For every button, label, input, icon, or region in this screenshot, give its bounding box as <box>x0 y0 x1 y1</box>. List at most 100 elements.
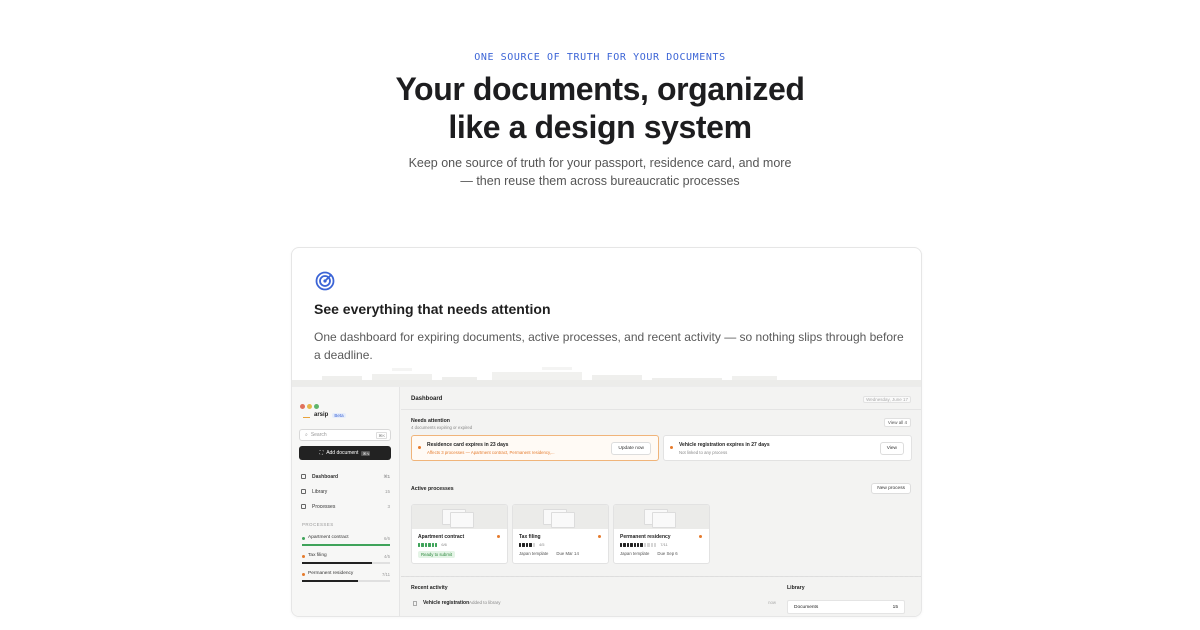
process-label: Tax filing <box>308 553 327 558</box>
sidebar-item-count: ⌘1 <box>383 473 390 479</box>
progress-segment <box>653 542 657 547</box>
document-thumb-icon <box>450 512 474 528</box>
current-date: Wednesday, June 17 <box>863 396 911 403</box>
progress-segment <box>525 542 529 547</box>
process-meta: Japan template Due Sep 6 <box>620 551 678 556</box>
headline-line-2: like a design system <box>448 109 752 145</box>
brand: arsip Beta <box>303 412 346 418</box>
library-title: Library <box>787 585 805 591</box>
needs-attention-subtitle: 4 documents expiring or expired <box>411 425 473 430</box>
folder-logo-icon <box>303 413 310 418</box>
page-subhead: Keep one source of truth for your passpo… <box>0 154 1200 190</box>
progress-segment <box>643 542 647 547</box>
close-dot[interactable] <box>300 404 305 409</box>
processes-section-label: PROCESSES <box>302 522 334 527</box>
status-dot <box>598 535 601 538</box>
process-card-tax-filing[interactable]: Tax filing 4/5 Japan template Due Mar 14 <box>512 504 609 564</box>
status-dot <box>699 535 702 538</box>
progress-segment <box>626 542 630 547</box>
sidebar-item-processes[interactable]: Processes 3 <box>300 499 390 514</box>
minimize-dot[interactable] <box>307 404 312 409</box>
sidebar-nav: Dashboard ⌘1 Library 15 Processes 3 <box>300 469 390 514</box>
feature-title: See everything that needs attention <box>314 301 551 317</box>
maximize-dot[interactable] <box>314 404 319 409</box>
library-row-documents[interactable]: Documents 15 <box>787 600 905 614</box>
app-preview: arsip Beta ⌕ Search ⌘K ⛶ Add document ⌘N… <box>292 386 921 616</box>
progress-segment <box>640 542 643 547</box>
library-row-count: 15 <box>892 605 898 610</box>
process-count: 4/5 <box>384 554 390 559</box>
process-segments: 7/11 <box>620 542 668 547</box>
document-thumb-icon <box>551 512 575 528</box>
activity-row[interactable]: Vehicle registration Added to library no… <box>411 599 776 611</box>
alert-title: Vehicle registration expires in 27 days <box>679 442 770 448</box>
view-button[interactable]: View <box>879 442 904 455</box>
feature-card: See everything that needs attention One … <box>291 247 922 617</box>
progress-segment <box>650 542 653 547</box>
add-document-shortcut: ⌘N <box>361 450 371 456</box>
decorative-pixel-edge <box>292 367 921 388</box>
process-count: 7/11 <box>381 572 390 577</box>
process-label: Apartment contract <box>308 535 349 540</box>
brand-name: arsip <box>314 412 329 418</box>
add-document-button[interactable]: ⛶ Add document ⌘N <box>299 446 391 460</box>
header-divider <box>401 409 921 410</box>
process-segments: 4/5 <box>519 542 545 547</box>
process-count: 6/6 <box>384 536 390 541</box>
alert-vehicle-registration[interactable]: Vehicle registration expires in 27 days … <box>663 435 912 461</box>
progress-segment <box>630 542 633 547</box>
new-process-button[interactable]: New process <box>871 483 911 494</box>
section-divider <box>401 576 921 577</box>
progress-segment <box>532 542 535 547</box>
alert-subtitle: Affects 3 processes — Apartment contract… <box>427 450 555 455</box>
process-card-permanent-residency[interactable]: Permanent residency 7/11 Japan template … <box>613 504 710 564</box>
view-all-button[interactable]: View all 4 <box>883 418 911 427</box>
due-date: Due Mar 14 <box>556 551 579 556</box>
sidebar-process-apartment-contract[interactable]: Apartment contract 6/6 <box>302 535 390 553</box>
alert-title: Residence card expires in 23 days <box>427 442 509 448</box>
status-dot <box>302 537 305 540</box>
progress-segment <box>529 542 532 547</box>
process-card-progress: 7/11 <box>660 542 668 547</box>
search-input[interactable]: ⌕ Search ⌘K <box>299 429 391 441</box>
process-meta: Japan template Due Mar 14 <box>519 551 579 556</box>
add-document-label: Add document <box>326 450 359 456</box>
sidebar-item-library[interactable]: Library 15 <box>300 484 390 499</box>
process-progress-fill <box>302 544 390 546</box>
update-now-button[interactable]: Update now <box>611 442 651 455</box>
list-icon <box>301 504 306 509</box>
sidebar-item-dashboard[interactable]: Dashboard ⌘1 <box>300 469 390 484</box>
process-progress-fill <box>302 580 359 582</box>
document-thumb-icon <box>652 512 676 528</box>
page-headline: Your documents, organized like a design … <box>0 70 1200 146</box>
progress-segment <box>620 542 623 547</box>
progress-segment <box>428 542 431 547</box>
process-progress-bar <box>302 544 390 546</box>
progress-segment <box>431 542 434 547</box>
progress-segment <box>434 542 438 547</box>
search-shortcut: ⌘K <box>376 432 387 439</box>
process-card-progress: 6/6 <box>441 542 447 547</box>
needs-attention-title: Needs attention <box>411 418 450 424</box>
process-card-progress: 4/5 <box>538 542 545 547</box>
recent-activity-title: Recent activity <box>411 585 448 591</box>
activity-name: Vehicle registration <box>423 600 470 606</box>
radar-icon <box>315 271 335 291</box>
active-processes-title: Active processes <box>411 486 454 492</box>
due-date: Due Sep 6 <box>657 551 678 556</box>
sidebar-item-label: Processes <box>312 503 336 510</box>
warning-dot <box>418 446 421 449</box>
process-thumbnail <box>513 505 608 529</box>
sidebar-process-list: Apartment contract 6/6 Tax filing 4/5 Pe… <box>302 535 390 589</box>
alert-residence-card[interactable]: Residence card expires in 23 days Affect… <box>411 435 659 461</box>
search-icon: ⌕ <box>305 432 308 438</box>
sidebar-process-tax-filing[interactable]: Tax filing 4/5 <box>302 553 390 571</box>
sidebar-process-permanent-residency[interactable]: Permanent residency 7/11 <box>302 571 390 589</box>
sidebar: arsip Beta ⌕ Search ⌘K ⛶ Add document ⌘N… <box>292 387 400 616</box>
process-card-apartment-contract[interactable]: Apartment contract 6/6 Ready to submit <box>411 504 508 564</box>
activity-time: now <box>768 600 776 605</box>
library-row-label: Documents <box>794 605 819 610</box>
process-progress-fill <box>302 562 373 564</box>
sidebar-item-label: Dashboard <box>312 473 339 480</box>
eyebrow-text: ONE SOURCE OF TRUTH FOR YOUR DOCUMENTS <box>474 52 726 63</box>
